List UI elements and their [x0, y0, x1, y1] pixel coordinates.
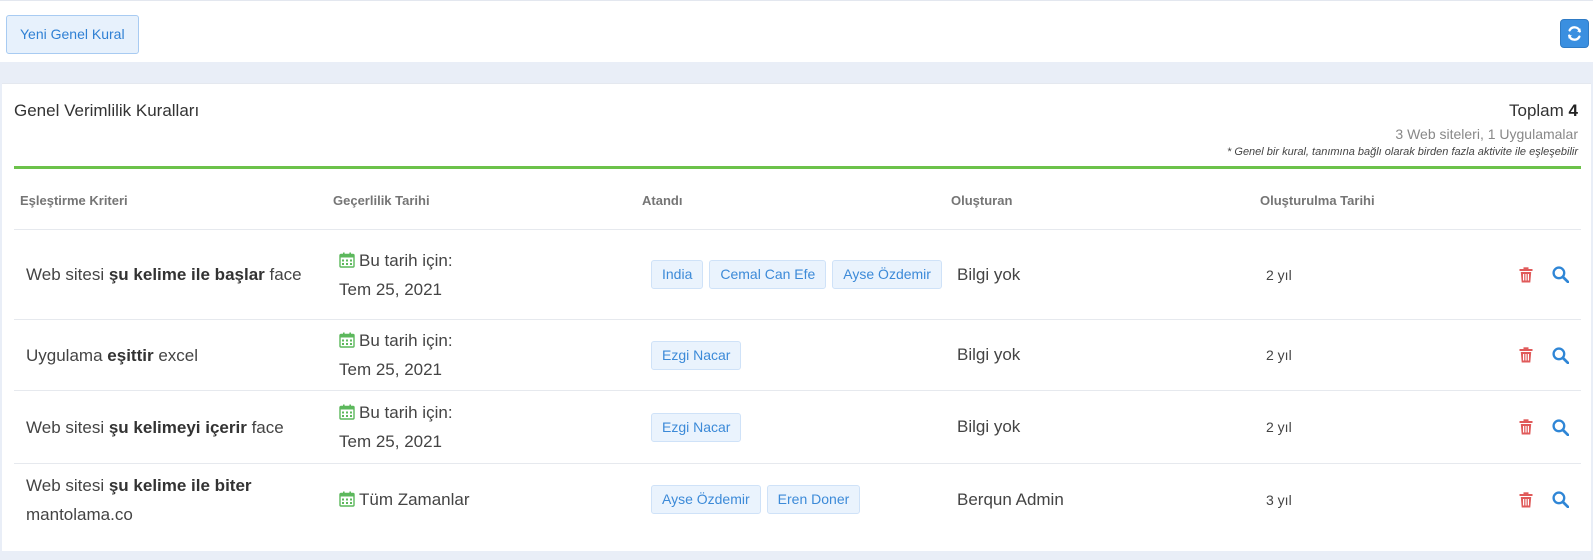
table-row: Web sitesi şu kelimeyi içerir face Bu tar…	[14, 390, 1581, 463]
view-button[interactable]	[1550, 417, 1570, 437]
assigned-list: Ezgi Nacar	[651, 391, 951, 463]
table-row: Uygulama eşittir excel Bu tarih için: Tem …	[14, 319, 1581, 390]
rule-note: * Genel bir kural, tanımına bağlı olarak…	[1227, 146, 1578, 158]
matching-criteria: Web sitesi şu kelime ile biter mantolama…	[26, 464, 326, 535]
row-actions	[1490, 320, 1570, 390]
top-toolbar: Yeni Genel Kural	[0, 0, 1593, 62]
delete-button[interactable]	[1516, 345, 1536, 365]
search-icon	[1551, 418, 1569, 436]
assigned-tag[interactable]: Ayse Özdemir	[832, 260, 942, 289]
criteria-value: excel	[158, 345, 198, 365]
delete-button[interactable]	[1516, 490, 1536, 510]
matching-criteria: Web sitesi şu kelime ile başlar face	[26, 230, 326, 319]
assigned-list: India Cemal Can Efe Ayse Özdemir	[651, 230, 951, 319]
validity-date: Tem 25, 2021	[339, 360, 443, 379]
header-created-date[interactable]: Oluşturulma Tarihi	[1260, 193, 1375, 208]
divider	[14, 166, 1581, 169]
validity-label: Bu tarih için:	[359, 250, 453, 270]
criteria-value: face	[251, 417, 284, 437]
matching-criteria: Web sitesi şu kelimeyi içerir face	[26, 391, 326, 463]
row-actions	[1490, 230, 1570, 319]
criteria-operator: eşittir	[107, 345, 154, 365]
validity-label: Bu tarih için:	[359, 331, 453, 350]
total-count: Toplam 4	[1509, 101, 1578, 121]
search-icon	[1551, 346, 1569, 364]
creator: Bilgi yok	[957, 264, 1021, 284]
assigned-list: Ayse Özdemir Eren Doner	[651, 464, 951, 535]
trash-icon	[1519, 419, 1533, 435]
created-date: 3 yıl	[1266, 491, 1292, 508]
view-button[interactable]	[1550, 490, 1570, 510]
subtotal-breakdown: 3 Web siteleri, 1 Uygulamalar	[1395, 126, 1578, 142]
criteria-operator: şu kelime ile başlar	[108, 265, 265, 284]
trash-icon	[1519, 266, 1533, 282]
assigned-tag[interactable]: Cemal Can Efe	[709, 260, 827, 289]
creator: Bilgi yok	[957, 417, 1021, 436]
search-icon	[1551, 491, 1569, 508]
refresh-button[interactable]	[1560, 19, 1589, 48]
refresh-icon	[1568, 26, 1581, 41]
search-icon	[1551, 266, 1569, 283]
creator: Bilgi yok	[957, 345, 1021, 364]
validity-date: Tem 25, 2021	[339, 279, 443, 299]
validity-date: Tem 25, 2021	[339, 432, 443, 451]
table-row: Web sitesi şu kelime ile biter mantolama…	[14, 463, 1581, 535]
created-date: 2 yıl	[1266, 266, 1292, 283]
calendar-icon	[339, 332, 355, 348]
criteria-value: mantolama.co	[26, 504, 133, 524]
assigned-tag[interactable]: Ezgi Nacar	[651, 340, 742, 370]
validity: Bu tarih için: Tem 25, 2021	[339, 391, 629, 463]
delete-button[interactable]	[1516, 417, 1536, 437]
matching-criteria: Uygulama eşittir excel	[26, 320, 326, 390]
criteria-operator: şu kelime ile biter	[108, 475, 252, 495]
row-actions	[1490, 464, 1570, 535]
table-row: Web sitesi şu kelime ile başlar face Bu t…	[14, 229, 1581, 319]
validity: Bu tarih için: Tem 25, 2021	[339, 230, 629, 319]
rules-card: Genel Verimlilik Kuralları Toplam 4 3 We…	[2, 83, 1591, 551]
created-date: 2 yıl	[1266, 419, 1292, 435]
view-button[interactable]	[1550, 345, 1570, 365]
card-title: Genel Verimlilik Kuralları	[14, 101, 200, 120]
calendar-icon	[339, 252, 355, 268]
new-general-rule-button[interactable]: Yeni Genel Kural	[6, 15, 139, 54]
trash-icon	[1519, 491, 1533, 507]
creator: Berqun Admin	[957, 489, 1064, 509]
assigned-tag[interactable]: India	[651, 260, 704, 289]
calendar-icon	[339, 404, 355, 420]
calendar-icon	[339, 491, 355, 507]
header-matching-criteria[interactable]: Eşleştirme Kriteri	[20, 193, 128, 208]
criteria-value: face	[269, 265, 302, 284]
total-number: 4	[1568, 101, 1578, 120]
row-actions	[1490, 391, 1570, 463]
criteria-type: Web sitesi	[26, 417, 105, 437]
assigned-tag[interactable]: Eren Doner	[766, 485, 861, 514]
validity-label: Tüm Zamanlar	[359, 490, 470, 509]
criteria-type: Uygulama	[26, 345, 103, 365]
trash-icon	[1519, 347, 1533, 363]
total-label: Toplam	[1508, 101, 1564, 120]
validity: Bu tarih için: Tem 25, 2021	[339, 320, 629, 390]
assigned-list: Ezgi Nacar	[651, 320, 951, 390]
criteria-type: Web sitesi	[26, 265, 105, 284]
criteria-type: Web sitesi	[26, 475, 105, 495]
validity: Tüm Zamanlar	[339, 464, 629, 535]
view-button[interactable]	[1550, 265, 1570, 285]
header-creator[interactable]: Oluşturan	[951, 193, 1012, 208]
assigned-tag[interactable]: Ezgi Nacar	[651, 412, 742, 442]
created-date: 2 yıl	[1266, 347, 1292, 363]
criteria-operator: şu kelimeyi içerir	[108, 417, 247, 437]
header-validity-date[interactable]: Geçerlilik Tarihi	[333, 193, 430, 208]
header-assigned[interactable]: Atandı	[642, 193, 682, 208]
delete-button[interactable]	[1516, 265, 1536, 285]
assigned-tag[interactable]: Ayse Özdemir	[651, 485, 761, 514]
validity-label: Bu tarih için:	[359, 403, 453, 422]
